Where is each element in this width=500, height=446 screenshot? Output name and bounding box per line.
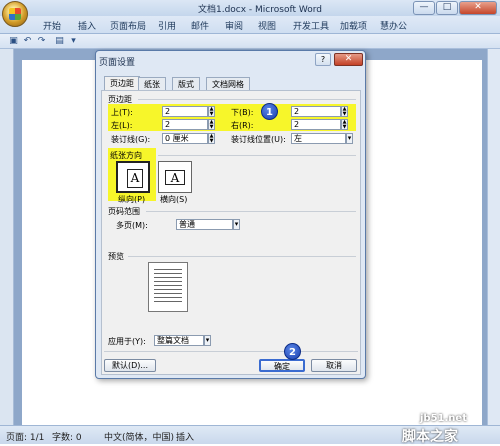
top-margin-label: 上(T): — [111, 108, 133, 117]
gutter-spinner[interactable]: ▲ ▼ — [208, 133, 215, 144]
window-title: 文档1.docx - Microsoft Word — [197, 5, 322, 15]
right-margin-input[interactable]: 2 — [291, 119, 341, 130]
office-button[interactable] — [2, 1, 28, 27]
left-margin-spinner[interactable]: ▲ ▼ — [208, 119, 215, 130]
tab-addins[interactable]: 加载项 — [340, 19, 367, 32]
status-language[interactable]: 中文(简体，中国) — [104, 430, 174, 443]
tab-doc-grid[interactable]: 文档网格 — [206, 77, 250, 90]
tab-page-layout[interactable]: 页面布局 — [110, 19, 146, 32]
watermark-site: 脚本之家 — [402, 429, 458, 445]
preview-line — [154, 277, 182, 278]
divider — [138, 99, 356, 100]
gutter-label: 装订线(G): — [111, 135, 151, 144]
tab-mailings[interactable]: 邮件 — [191, 19, 209, 32]
tab-home[interactable]: 开始 — [43, 19, 61, 32]
preview-line — [154, 297, 182, 298]
preview-line — [154, 281, 182, 282]
cancel-button[interactable]: 取消 — [311, 359, 357, 372]
divider — [104, 351, 358, 352]
apply-to-select[interactable]: 整篇文档 — [154, 335, 204, 346]
right-margin-label: 右(R): — [231, 121, 254, 130]
apply-to-label: 应用于(Y): — [108, 337, 146, 346]
preview-page — [148, 262, 188, 312]
page-setup-dialog: 页面设置 ? ✕ 页边距 纸张 版式 文档网格 页边距 上(T): 2 ▲ ▼ 下… — [95, 50, 366, 379]
tab-margins[interactable]: 页边距 — [104, 76, 140, 91]
undo-icon[interactable]: ↶ — [22, 36, 33, 47]
preview-section-label: 预览 — [108, 252, 124, 261]
vertical-scrollbar[interactable] — [487, 49, 500, 425]
tab-references[interactable]: 引用 — [158, 19, 176, 32]
gutter-input[interactable]: 0 厘米 — [162, 133, 208, 144]
tab-insert[interactable]: 插入 — [78, 19, 96, 32]
preview-line — [154, 293, 182, 294]
close-window-button[interactable]: ✕ — [459, 1, 497, 15]
portrait-option[interactable]: A — [116, 161, 150, 193]
watermark-url: jb51.net — [420, 413, 467, 424]
print-preview-icon[interactable]: ▤ — [54, 36, 65, 47]
save-icon[interactable]: ▣ — [8, 36, 19, 47]
office-logo-icon — [9, 8, 21, 20]
multiple-pages-label: 多页(M): — [116, 221, 148, 230]
gutter-position-dropdown-icon[interactable]: ▾ — [346, 133, 353, 144]
preview-line — [154, 301, 182, 302]
bottom-margin-input[interactable]: 2 — [291, 106, 341, 117]
status-page[interactable]: 页面: 1/1 — [6, 430, 44, 443]
tab-view[interactable]: 视图 — [258, 19, 276, 32]
left-margin-label: 左(L): — [111, 121, 133, 130]
ribbon-tab-bar: 开始 插入 页面布局 引用 邮件 审阅 视图 开发工具 加载项 慧办公 — [0, 16, 500, 34]
dialog-title: 页面设置 — [99, 58, 136, 68]
portrait-label: 纵向(P) — [118, 195, 146, 204]
orientation-section-label: 纸张方向 — [110, 151, 142, 160]
landscape-icon: A — [165, 170, 185, 185]
portrait-icon: A — [127, 169, 143, 188]
maximize-button[interactable]: □ — [436, 1, 458, 15]
preview-line — [154, 285, 182, 286]
divider — [128, 256, 356, 257]
quick-access-toolbar: ▣ ↶ ↷ ▤ ▾ — [0, 34, 500, 49]
preview-line — [154, 289, 182, 290]
minimize-button[interactable]: — — [413, 1, 435, 15]
divider — [146, 211, 356, 212]
bottom-margin-label: 下(B): — [231, 108, 254, 117]
ok-button[interactable]: 确定 — [259, 359, 305, 372]
gutter-position-label: 装订线位置(U): — [231, 135, 286, 144]
tab-developer[interactable]: 开发工具 — [293, 19, 329, 32]
step-2-badge: 2 — [284, 343, 301, 360]
tab-layout[interactable]: 版式 — [172, 77, 200, 90]
tab-huibangong[interactable]: 慧办公 — [380, 19, 407, 32]
default-button[interactable]: 默认(D)... — [104, 359, 156, 372]
landscape-label: 横向(S) — [160, 195, 188, 204]
bottom-margin-spinner[interactable]: ▲ ▼ — [341, 106, 348, 117]
divider — [158, 155, 356, 156]
multiple-pages-dropdown-icon[interactable]: ▾ — [233, 219, 240, 230]
right-margin-spinner[interactable]: ▲ ▼ — [341, 119, 348, 130]
gutter-position-select[interactable]: 左 — [291, 133, 346, 144]
preview-line — [154, 269, 182, 270]
multiple-pages-select[interactable]: 普通 — [176, 219, 233, 230]
help-button[interactable]: ? — [315, 53, 331, 66]
vertical-ruler — [0, 49, 14, 425]
landscape-option[interactable]: A — [158, 161, 192, 193]
preview-line — [154, 273, 182, 274]
status-mode[interactable]: 插入 — [176, 430, 194, 443]
tab-review[interactable]: 审阅 — [225, 19, 243, 32]
left-margin-input[interactable]: 2 — [162, 119, 208, 130]
redo-icon[interactable]: ↷ — [36, 36, 47, 47]
apply-to-dropdown-icon[interactable]: ▾ — [204, 335, 211, 346]
status-words[interactable]: 字数: 0 — [52, 430, 82, 443]
customize-toolbar-icon[interactable]: ▾ — [68, 36, 79, 47]
tab-paper[interactable]: 纸张 — [138, 77, 166, 90]
step-1-badge: 1 — [261, 103, 278, 120]
top-margin-spinner[interactable]: ▲ ▼ — [208, 106, 215, 117]
page-range-section-label: 页码范围 — [108, 207, 140, 216]
top-margin-input[interactable]: 2 — [162, 106, 208, 117]
dialog-close-button[interactable]: ✕ — [334, 53, 363, 66]
